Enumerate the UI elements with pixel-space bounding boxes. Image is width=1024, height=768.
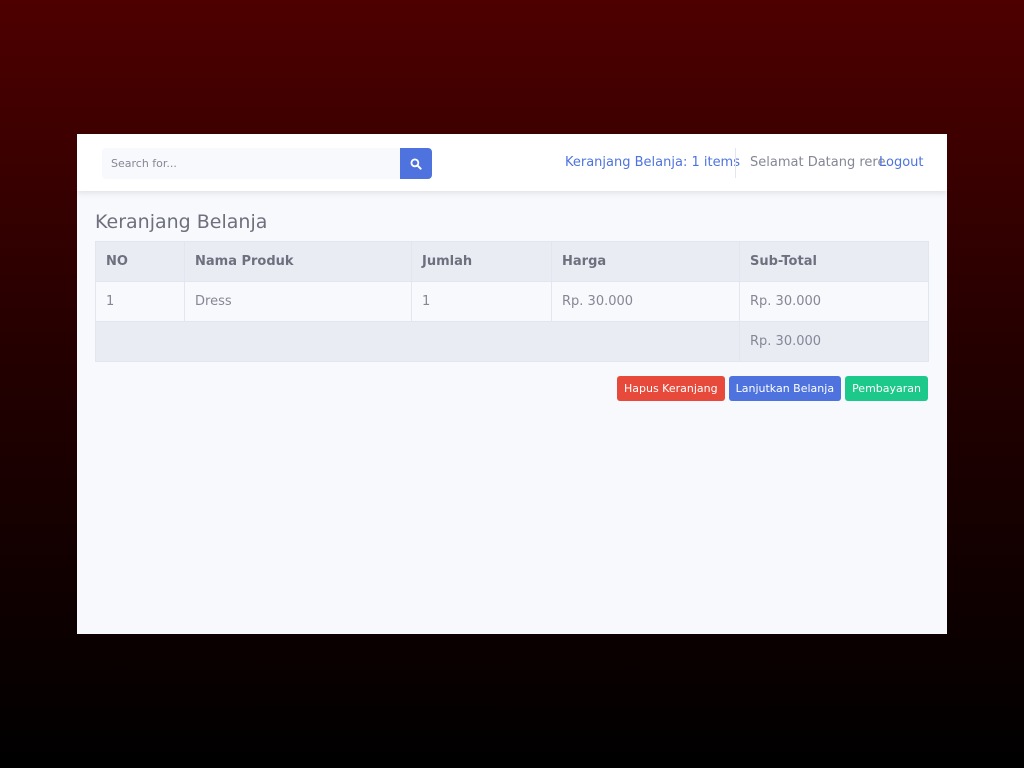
column-header-subtotal: Sub-Total — [739, 241, 929, 282]
checkout-button[interactable]: Pembayaran — [845, 376, 928, 401]
app-window: Keranjang Belanja: 1 items Selamat Datan… — [77, 134, 947, 634]
clear-cart-button[interactable]: Hapus Keranjang — [616, 376, 725, 401]
total-row-spacer — [95, 321, 740, 362]
total-row: Rp. 30.000 — [95, 321, 929, 362]
cart-link[interactable]: Keranjang Belanja: 1 items — [565, 155, 740, 170]
cart-table: NO Nama Produk Jumlah Harga Sub-Total 1 … — [95, 241, 929, 362]
cell-price: Rp. 30.000 — [551, 281, 740, 322]
cell-subtotal: Rp. 30.000 — [739, 281, 929, 322]
cell-product-name: Dress — [184, 281, 412, 322]
topbar: Keranjang Belanja: 1 items Selamat Datan… — [77, 134, 947, 191]
column-header-price: Harga — [551, 241, 740, 282]
continue-shopping-button[interactable]: Lanjutkan Belanja — [728, 376, 842, 401]
table-row: 1 Dress 1 Rp. 30.000 Rp. 30.000 — [95, 281, 929, 322]
search-input[interactable] — [102, 148, 400, 179]
cell-no: 1 — [95, 281, 185, 322]
user-greeting: Selamat Datang rere — [750, 155, 886, 170]
search-button[interactable] — [400, 148, 432, 179]
search-form — [102, 148, 432, 179]
logout-link[interactable]: Logout — [879, 155, 924, 170]
column-header-no: NO — [95, 241, 185, 282]
page-title: Keranjang Belanja — [95, 211, 268, 233]
column-header-quantity: Jumlah — [411, 241, 552, 282]
cart-actions: Hapus Keranjang Lanjutkan Belanja Pembay… — [616, 376, 928, 401]
column-header-product-name: Nama Produk — [184, 241, 412, 282]
cell-total: Rp. 30.000 — [739, 321, 929, 362]
search-icon — [410, 158, 422, 170]
topbar-divider — [735, 148, 736, 178]
table-header-row: NO Nama Produk Jumlah Harga Sub-Total — [95, 241, 929, 282]
cell-quantity: 1 — [411, 281, 552, 322]
